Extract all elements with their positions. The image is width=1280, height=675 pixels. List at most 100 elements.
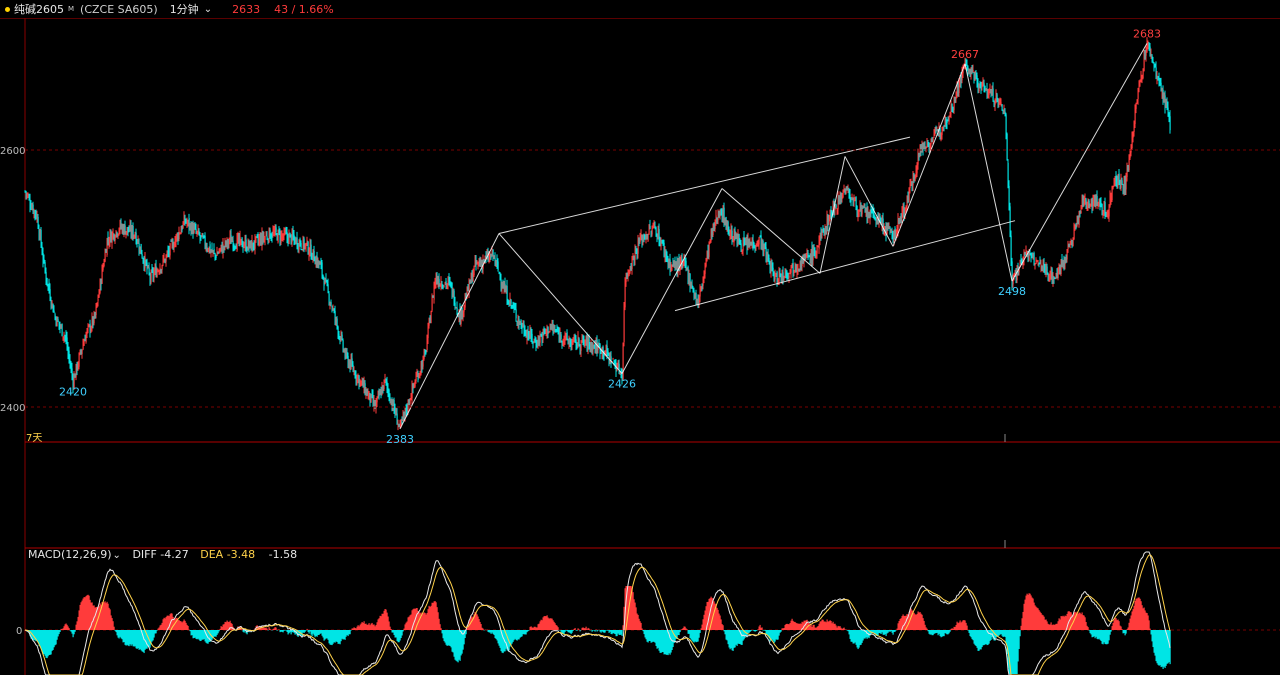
candle-body — [622, 344, 624, 380]
candle-body — [510, 300, 512, 304]
price-chart[interactable]: 2420 2383 2426 2667 2498 2683 2400 2600 0 — [0, 0, 1280, 675]
candle-body — [300, 243, 302, 248]
candle-body — [61, 323, 63, 336]
macd-legend: MACD(12,26,9)⌄ DIFF -4.27 DEA -3.48 -1.5… — [28, 548, 297, 561]
macd-histogram-bar — [1087, 627, 1089, 630]
macd-histogram-bar — [482, 628, 484, 630]
candle-body — [57, 319, 59, 322]
macd-panel: 0 — [16, 551, 1280, 675]
trendline-layer — [399, 43, 1148, 430]
candle-body — [275, 227, 277, 233]
candle-body — [783, 278, 785, 280]
candle-body — [740, 243, 742, 250]
candle-body — [758, 236, 760, 245]
candle-body — [454, 302, 456, 308]
candle-body — [1108, 206, 1110, 217]
candle-body — [78, 354, 80, 367]
macd-histogram-bar — [68, 628, 70, 630]
macd-histogram-bar — [588, 628, 590, 630]
candle-body — [1001, 104, 1003, 111]
candle-body — [456, 307, 458, 312]
candle-body — [649, 226, 651, 229]
candle-body — [409, 400, 411, 404]
y-tick-label: 2600 — [0, 146, 25, 157]
price-label: 2683 — [1133, 27, 1161, 40]
price-label: 2498 — [998, 285, 1026, 298]
macd-dea: DEA -3.48 — [200, 548, 256, 561]
candle-body — [861, 209, 863, 215]
macd-histogram-bar — [390, 628, 392, 630]
candle-body — [330, 302, 332, 305]
macd-histogram-bar — [686, 629, 688, 630]
trendline — [819, 156, 846, 274]
candle-body — [539, 336, 541, 343]
candle-body — [578, 338, 580, 345]
candle-body — [321, 262, 323, 275]
candle-body — [336, 318, 338, 326]
candle-body — [1010, 235, 1012, 262]
candle-body — [266, 236, 268, 239]
candle-body — [1000, 102, 1002, 104]
macd-histogram-bar — [594, 630, 596, 632]
macd-histogram-bar — [595, 629, 597, 630]
macd-histogram-bar — [1110, 630, 1112, 632]
candle-body — [1118, 173, 1120, 180]
macd-title[interactable]: MACD(12,26,9) — [28, 548, 112, 561]
macd-histogram-bar — [761, 627, 763, 630]
candle-body — [51, 301, 53, 304]
candle-body — [414, 383, 416, 387]
candle-body — [342, 340, 344, 350]
candle-body — [988, 93, 990, 95]
candle-body — [816, 247, 818, 254]
candle-body — [972, 69, 974, 73]
candle-body — [623, 307, 625, 343]
macd-histogram-bar — [756, 630, 758, 631]
candle-body — [1069, 246, 1071, 248]
macd-histogram-bar — [306, 628, 308, 630]
macd-histogram-bar — [349, 630, 351, 635]
candle-body — [1142, 70, 1144, 79]
trendline — [1011, 43, 1148, 282]
macd-histogram-bar — [574, 627, 576, 630]
macd-histogram-bar — [440, 628, 442, 630]
trendline — [674, 220, 1016, 312]
macd-diff-line — [24, 551, 1171, 675]
macd-histogram-bar — [305, 630, 307, 631]
trendline — [844, 156, 894, 247]
price-label: 2383 — [386, 433, 414, 446]
candle-body — [341, 334, 343, 339]
trendline — [892, 63, 966, 247]
macd-histogram-bar — [402, 630, 404, 632]
macd-histogram-bar — [722, 625, 724, 630]
macd-histogram-bar — [1149, 628, 1151, 630]
candle-body — [430, 311, 432, 324]
macd-histogram-bar — [113, 626, 115, 630]
macd-chevron-down-icon[interactable]: ⌄ — [113, 550, 121, 561]
macd-histogram-bar — [641, 628, 643, 630]
macd-dea-line — [24, 554, 1171, 675]
candle-body — [788, 275, 790, 278]
candle-body — [169, 243, 171, 256]
candle-body — [104, 251, 106, 262]
candle-body — [984, 86, 986, 89]
macd-histogram-bar — [895, 630, 897, 631]
macd-histogram-bar — [271, 630, 273, 631]
macd-histogram-bar — [572, 630, 574, 631]
candle-body — [560, 334, 562, 339]
macd-histogram-bar — [557, 627, 559, 630]
candle-body — [1033, 252, 1035, 265]
candle-body — [515, 309, 517, 319]
candle-body — [443, 285, 445, 288]
macd-histogram-bar — [218, 630, 220, 632]
macd-histogram-bar — [679, 630, 681, 633]
candle-body — [264, 236, 266, 240]
candle-body — [83, 341, 85, 346]
candle-body — [850, 200, 852, 202]
candle-body — [1080, 211, 1082, 214]
candle-body — [46, 277, 48, 285]
macd-histogram-bar — [187, 625, 189, 630]
candle-body — [1072, 240, 1074, 246]
price-label: 2426 — [608, 378, 636, 391]
macd-histogram-bar — [267, 630, 269, 631]
price-label: 2667 — [951, 48, 979, 61]
